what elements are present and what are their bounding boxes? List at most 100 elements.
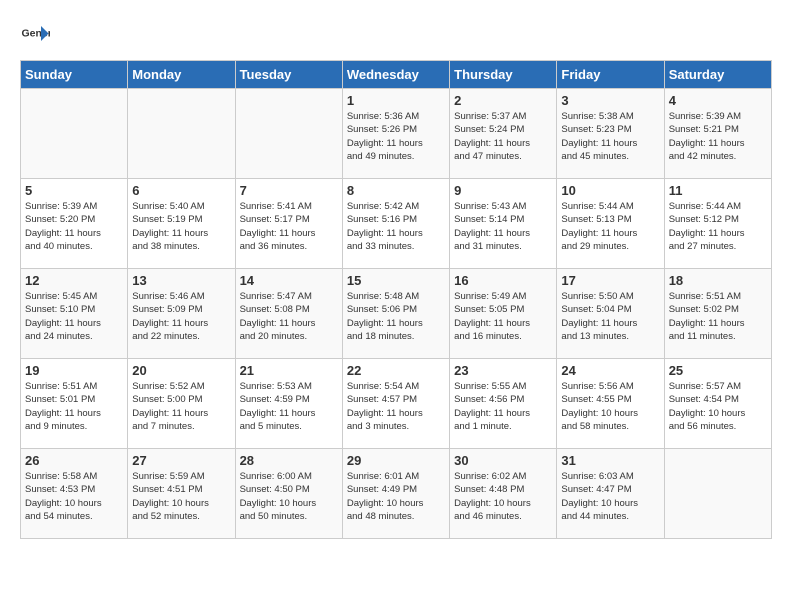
day-cell: 18 Sunrise: 5:51 AM Sunset: 5:02 PM Dayli… xyxy=(664,269,771,359)
day-info: Sunrise: 5:48 AM Sunset: 5:06 PM Dayligh… xyxy=(347,290,445,343)
dow-saturday: Saturday xyxy=(664,61,771,89)
dow-sunday: Sunday xyxy=(21,61,128,89)
day-cell: 7 Sunrise: 5:41 AM Sunset: 5:17 PM Daylig… xyxy=(235,179,342,269)
day-cell: 10 Sunrise: 5:44 AM Sunset: 5:13 PM Dayli… xyxy=(557,179,664,269)
day-cell: 12Sunrise: 5:45 AM Sunset: 5:10 PM Dayli… xyxy=(21,269,128,359)
calendar-table: SundayMondayTuesdayWednesdayThursdayFrid… xyxy=(20,60,772,539)
week-row-5: 26Sunrise: 5:58 AM Sunset: 4:53 PM Dayli… xyxy=(21,449,772,539)
dow-tuesday: Tuesday xyxy=(235,61,342,89)
day-cell xyxy=(235,89,342,179)
day-number: 31 xyxy=(561,453,659,468)
day-number: 10 xyxy=(561,183,659,198)
day-number: 8 xyxy=(347,183,445,198)
week-row-1: 1 Sunrise: 5:36 AM Sunset: 5:26 PM Daylig… xyxy=(21,89,772,179)
day-info: Sunrise: 5:57 AM Sunset: 4:54 PM Dayligh… xyxy=(669,380,767,433)
day-number: 2 xyxy=(454,93,552,108)
day-info: Sunrise: 5:49 AM Sunset: 5:05 PM Dayligh… xyxy=(454,290,552,343)
day-cell: 21 Sunrise: 5:53 AM Sunset: 4:59 PM Dayli… xyxy=(235,359,342,449)
day-number: 15 xyxy=(347,273,445,288)
day-cell: 15 Sunrise: 5:48 AM Sunset: 5:06 PM Dayli… xyxy=(342,269,449,359)
dow-friday: Friday xyxy=(557,61,664,89)
logo: General xyxy=(20,20,54,50)
day-cell: 14 Sunrise: 5:47 AM Sunset: 5:08 PM Dayli… xyxy=(235,269,342,359)
day-info: Sunrise: 5:50 AM Sunset: 5:04 PM Dayligh… xyxy=(561,290,659,343)
day-number: 30 xyxy=(454,453,552,468)
day-info: Sunrise: 5:55 AM Sunset: 4:56 PM Dayligh… xyxy=(454,380,552,433)
day-cell: 23 Sunrise: 5:55 AM Sunset: 4:56 PM Dayli… xyxy=(450,359,557,449)
day-info: Sunrise: 5:44 AM Sunset: 5:13 PM Dayligh… xyxy=(561,200,659,253)
day-info: Sunrise: 5:41 AM Sunset: 5:17 PM Dayligh… xyxy=(240,200,338,253)
day-info: Sunrise: 5:36 AM Sunset: 5:26 PM Dayligh… xyxy=(347,110,445,163)
day-number: 21 xyxy=(240,363,338,378)
day-number: 18 xyxy=(669,273,767,288)
week-row-2: 5 Sunrise: 5:39 AM Sunset: 5:20 PM Daylig… xyxy=(21,179,772,269)
day-cell: 29Sunrise: 6:01 AM Sunset: 4:49 PM Dayli… xyxy=(342,449,449,539)
day-cell: 3 Sunrise: 5:38 AM Sunset: 5:23 PM Daylig… xyxy=(557,89,664,179)
day-info: Sunrise: 5:42 AM Sunset: 5:16 PM Dayligh… xyxy=(347,200,445,253)
day-info: Sunrise: 5:51 AM Sunset: 5:02 PM Dayligh… xyxy=(669,290,767,343)
day-cell: 24Sunrise: 5:56 AM Sunset: 4:55 PM Dayli… xyxy=(557,359,664,449)
dow-wednesday: Wednesday xyxy=(342,61,449,89)
day-cell: 25 Sunrise: 5:57 AM Sunset: 4:54 PM Dayli… xyxy=(664,359,771,449)
day-cell: 17Sunrise: 5:50 AM Sunset: 5:04 PM Dayli… xyxy=(557,269,664,359)
day-number: 6 xyxy=(132,183,230,198)
day-info: Sunrise: 5:53 AM Sunset: 4:59 PM Dayligh… xyxy=(240,380,338,433)
day-info: Sunrise: 5:38 AM Sunset: 5:23 PM Dayligh… xyxy=(561,110,659,163)
day-info: Sunrise: 5:58 AM Sunset: 4:53 PM Dayligh… xyxy=(25,470,123,523)
day-number: 22 xyxy=(347,363,445,378)
day-cell: 9 Sunrise: 5:43 AM Sunset: 5:14 PM Daylig… xyxy=(450,179,557,269)
day-cell xyxy=(664,449,771,539)
day-number: 23 xyxy=(454,363,552,378)
day-number: 3 xyxy=(561,93,659,108)
day-info: Sunrise: 5:46 AM Sunset: 5:09 PM Dayligh… xyxy=(132,290,230,343)
logo-icon: General xyxy=(20,20,50,50)
day-cell xyxy=(21,89,128,179)
day-info: Sunrise: 5:54 AM Sunset: 4:57 PM Dayligh… xyxy=(347,380,445,433)
dow-thursday: Thursday xyxy=(450,61,557,89)
day-cell: 2 Sunrise: 5:37 AM Sunset: 5:24 PM Daylig… xyxy=(450,89,557,179)
day-cell: 30 Sunrise: 6:02 AM Sunset: 4:48 PM Dayli… xyxy=(450,449,557,539)
day-number: 11 xyxy=(669,183,767,198)
day-number: 20 xyxy=(132,363,230,378)
day-info: Sunrise: 5:47 AM Sunset: 5:08 PM Dayligh… xyxy=(240,290,338,343)
day-number: 13 xyxy=(132,273,230,288)
day-info: Sunrise: 5:52 AM Sunset: 5:00 PM Dayligh… xyxy=(132,380,230,433)
day-number: 1 xyxy=(347,93,445,108)
day-info: Sunrise: 6:03 AM Sunset: 4:47 PM Dayligh… xyxy=(561,470,659,523)
day-number: 5 xyxy=(25,183,123,198)
day-info: Sunrise: 6:01 AM Sunset: 4:49 PM Dayligh… xyxy=(347,470,445,523)
day-number: 28 xyxy=(240,453,338,468)
day-info: Sunrise: 6:00 AM Sunset: 4:50 PM Dayligh… xyxy=(240,470,338,523)
day-cell: 26Sunrise: 5:58 AM Sunset: 4:53 PM Dayli… xyxy=(21,449,128,539)
day-number: 27 xyxy=(132,453,230,468)
day-number: 16 xyxy=(454,273,552,288)
day-cell: 28 Sunrise: 6:00 AM Sunset: 4:50 PM Dayli… xyxy=(235,449,342,539)
day-number: 9 xyxy=(454,183,552,198)
day-number: 7 xyxy=(240,183,338,198)
day-cell: 31 Sunrise: 6:03 AM Sunset: 4:47 PM Dayli… xyxy=(557,449,664,539)
day-number: 25 xyxy=(669,363,767,378)
day-cell: 5 Sunrise: 5:39 AM Sunset: 5:20 PM Daylig… xyxy=(21,179,128,269)
day-info: Sunrise: 6:02 AM Sunset: 4:48 PM Dayligh… xyxy=(454,470,552,523)
day-cell xyxy=(128,89,235,179)
day-cell: 1 Sunrise: 5:36 AM Sunset: 5:26 PM Daylig… xyxy=(342,89,449,179)
day-info: Sunrise: 5:40 AM Sunset: 5:19 PM Dayligh… xyxy=(132,200,230,253)
day-cell: 8 Sunrise: 5:42 AM Sunset: 5:16 PM Daylig… xyxy=(342,179,449,269)
day-cell: 20 Sunrise: 5:52 AM Sunset: 5:00 PM Dayli… xyxy=(128,359,235,449)
day-number: 4 xyxy=(669,93,767,108)
week-row-4: 19Sunrise: 5:51 AM Sunset: 5:01 PM Dayli… xyxy=(21,359,772,449)
day-cell: 13 Sunrise: 5:46 AM Sunset: 5:09 PM Dayli… xyxy=(128,269,235,359)
day-info: Sunrise: 5:59 AM Sunset: 4:51 PM Dayligh… xyxy=(132,470,230,523)
day-info: Sunrise: 5:44 AM Sunset: 5:12 PM Dayligh… xyxy=(669,200,767,253)
dow-monday: Monday xyxy=(128,61,235,89)
day-number: 12 xyxy=(25,273,123,288)
day-cell: 27 Sunrise: 5:59 AM Sunset: 4:51 PM Dayli… xyxy=(128,449,235,539)
day-cell: 11 Sunrise: 5:44 AM Sunset: 5:12 PM Dayli… xyxy=(664,179,771,269)
day-info: Sunrise: 5:43 AM Sunset: 5:14 PM Dayligh… xyxy=(454,200,552,253)
day-info: Sunrise: 5:37 AM Sunset: 5:24 PM Dayligh… xyxy=(454,110,552,163)
day-info: Sunrise: 5:39 AM Sunset: 5:20 PM Dayligh… xyxy=(25,200,123,253)
page-header: General xyxy=(20,20,772,50)
day-number: 14 xyxy=(240,273,338,288)
day-info: Sunrise: 5:51 AM Sunset: 5:01 PM Dayligh… xyxy=(25,380,123,433)
day-number: 24 xyxy=(561,363,659,378)
